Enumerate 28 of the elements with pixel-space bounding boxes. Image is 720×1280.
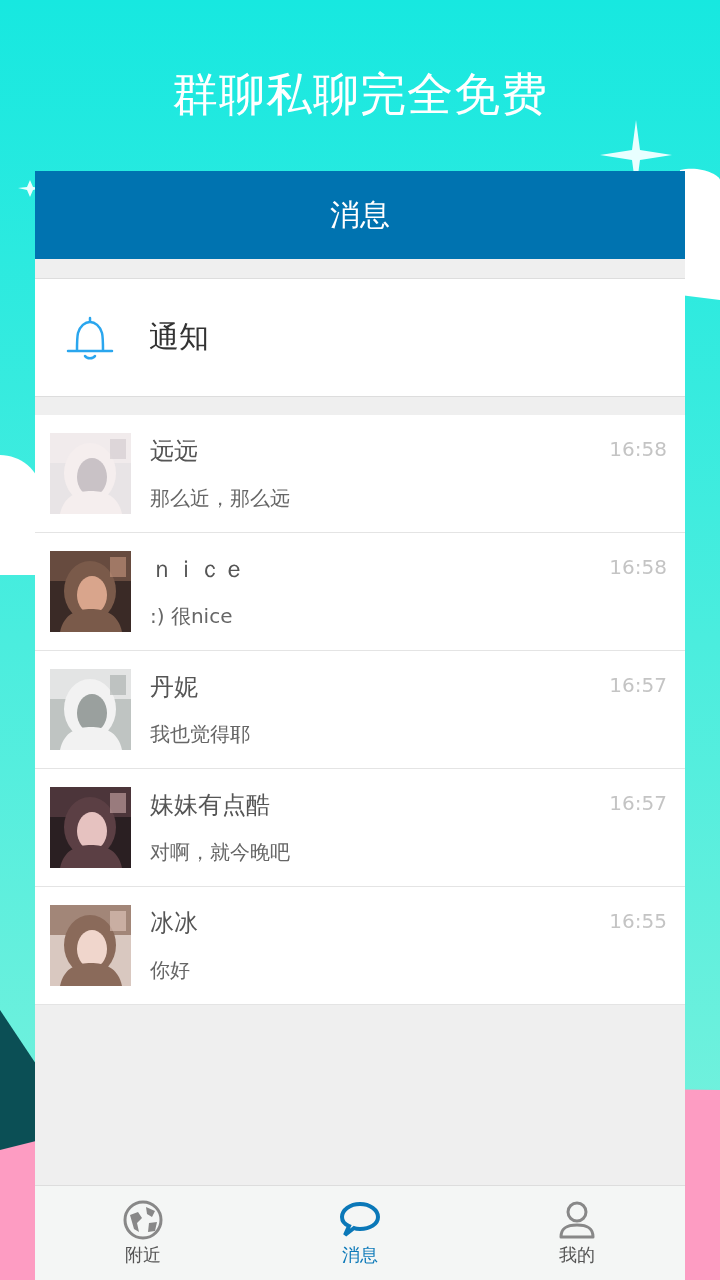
conversation-row[interactable]: 妹妹有点酷 对啊，就今晚吧 16:57 [35,769,685,887]
contact-name: 冰冰 [150,908,198,939]
message-time: 16:58 [609,555,667,579]
tab[interactable]: 我的 [468,1186,685,1280]
message-time: 16:58 [609,437,667,461]
message-time: 16:55 [609,909,667,933]
conversation-row[interactable]: 丹妮 我也觉得耶 16:57 [35,651,685,769]
message-preview: 对啊，就今晚吧 [150,839,290,866]
contact-name: 远远 [150,436,198,467]
notification-row[interactable]: 通知 [35,278,685,397]
message-time: 16:57 [609,673,667,697]
globe-icon [122,1199,165,1241]
tab[interactable]: 附近 [35,1186,252,1280]
message-preview: 那么近，那么远 [150,485,290,512]
notification-label: 通知 [149,318,209,356]
contact-name: ｎｉｃｅ [150,554,246,585]
header-title: 消息 [330,195,390,234]
message-preview: 我也觉得耶 [150,721,250,748]
message-preview: 你好 [150,957,190,984]
banner-title: 群聊私聊完全免费 [172,66,548,123]
conversation-row[interactable]: 冰冰 你好 16:55 [35,887,685,1005]
conversation-row[interactable]: ｎｉｃｅ :) 很nice 16:58 [35,533,685,651]
message-preview: :) 很nice [150,603,233,630]
tab[interactable]: 消息 [251,1186,469,1280]
message-time: 16:57 [609,791,667,815]
conversation-row[interactable]: 远远 那么近，那么远 16:58 [35,415,685,533]
contact-name: 丹妮 [150,672,198,703]
contact-name: 妹妹有点酷 [150,790,270,821]
